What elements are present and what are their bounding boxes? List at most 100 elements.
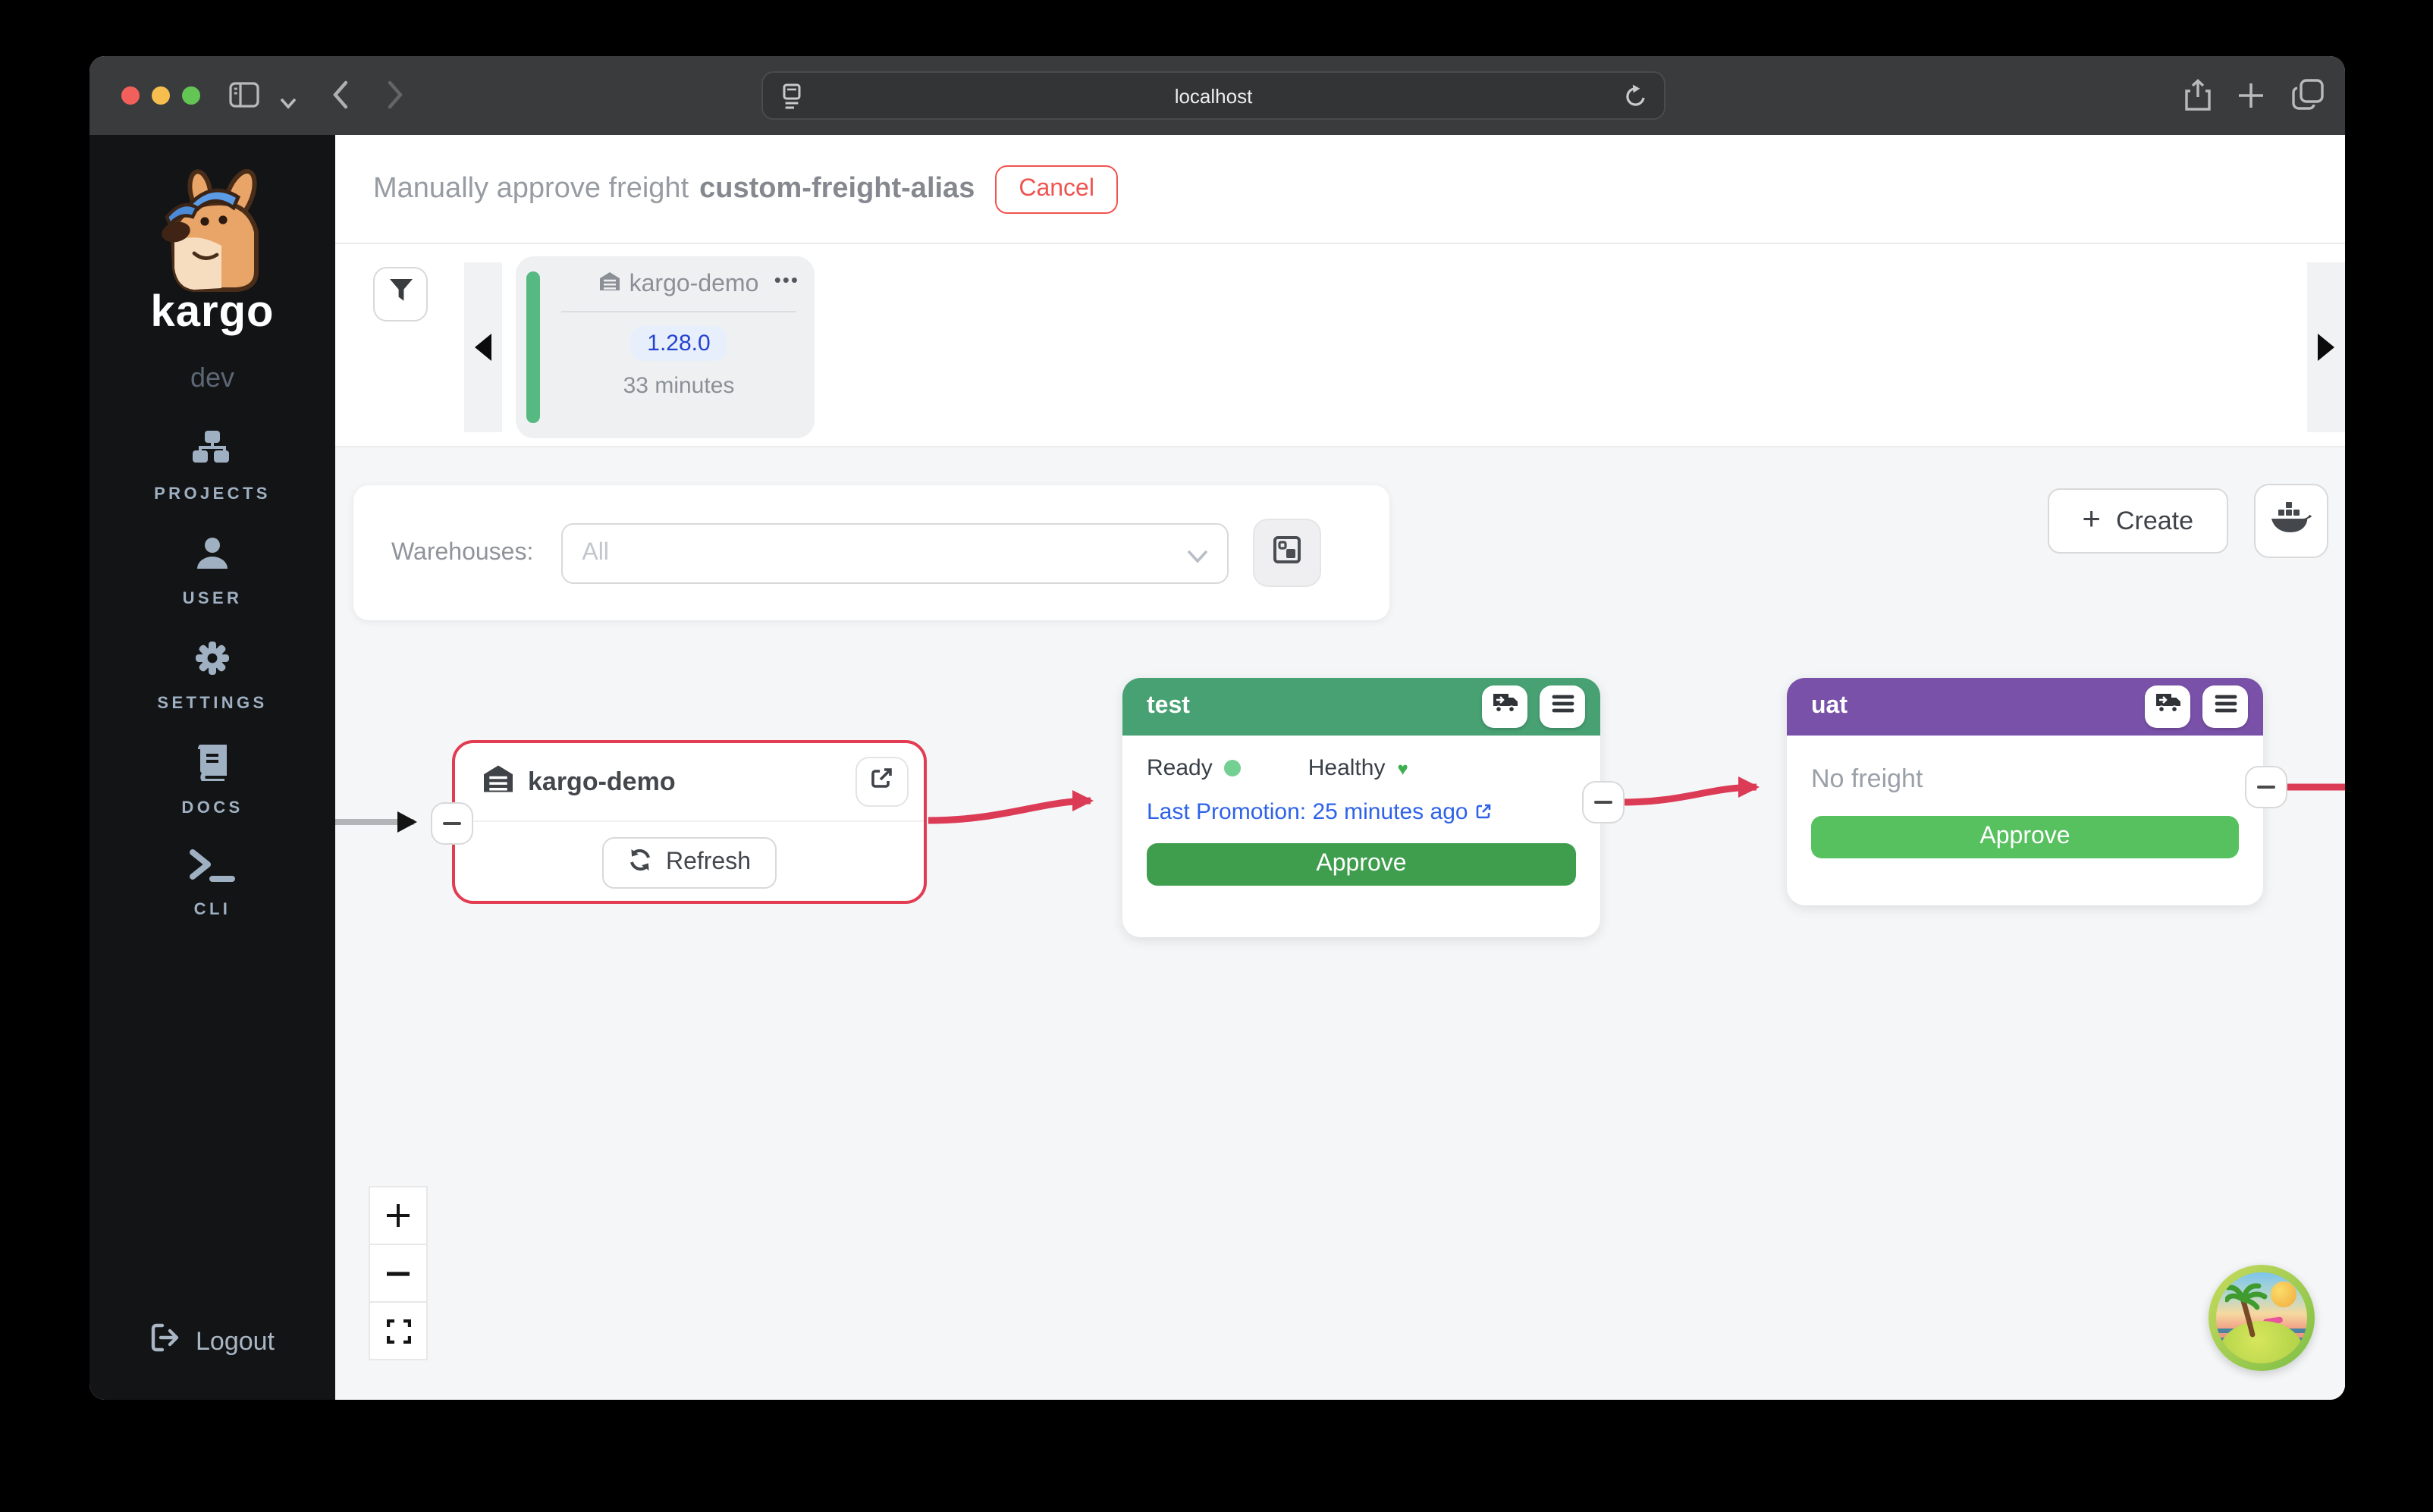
freight-card[interactable]: kargo-demo ••• 1.28.0 33 minutes: [516, 256, 815, 438]
image-icon: [1272, 535, 1301, 571]
docker-button[interactable]: [2254, 484, 2328, 558]
freight-menu-button[interactable]: •••: [774, 268, 799, 291]
page-header: Manually approve freight custom-freight-…: [335, 135, 2345, 244]
warehouse-icon: [482, 764, 514, 800]
warehouse-icon: [599, 271, 620, 299]
last-promotion-text: Last Promotion: 25 minutes ago: [1147, 799, 1468, 825]
truck-icon: [1492, 693, 1518, 720]
reload-icon[interactable]: [1625, 83, 1647, 117]
chevron-down-icon[interactable]: [281, 89, 296, 117]
sidebar-item-label: PROJECTS: [154, 485, 271, 503]
forward-button[interactable]: [387, 80, 403, 117]
minus-icon: [1594, 801, 1612, 805]
sidebar-item-docs[interactable]: DOCS: [181, 745, 243, 817]
minimize-window-button[interactable]: [152, 86, 170, 105]
new-tab-icon[interactable]: [2237, 82, 2265, 117]
open-warehouse-button[interactable]: [855, 757, 909, 807]
timeline-scroll-left[interactable]: [464, 262, 502, 432]
caret-right-icon: [2318, 334, 2334, 361]
maximize-window-button[interactable]: [182, 86, 200, 105]
page-title: Manually approve freight: [373, 172, 689, 205]
freight-timeline: kargo-demo ••• 1.28.0 33 minutes: [335, 244, 2345, 447]
freight-alias: custom-freight-alias: [699, 172, 975, 205]
freight-version-tag[interactable]: 1.28.0: [630, 326, 727, 361]
collapse-handle[interactable]: [431, 802, 473, 845]
terminal-icon: [190, 849, 235, 890]
warehouses-select[interactable]: All: [560, 522, 1228, 583]
browser-titlebar: localhost: [89, 56, 2345, 135]
brand-wordmark: kargo: [151, 288, 275, 338]
logout-button[interactable]: Logout: [150, 1322, 275, 1360]
island-logo[interactable]: [2209, 1265, 2315, 1371]
healthy-label: Healthy: [1308, 755, 1386, 781]
zoom-controls: [369, 1187, 428, 1360]
divider: [561, 311, 796, 312]
tab-overview-icon[interactable]: [2292, 79, 2324, 118]
close-window-button[interactable]: [121, 86, 140, 105]
warehouses-selected-value: All: [582, 539, 609, 566]
health-heart-icon: ♥: [1397, 759, 1408, 777]
address-bar[interactable]: localhost: [761, 71, 1665, 120]
sidebar-item-settings[interactable]: SETTINGS: [157, 640, 267, 713]
stage-menu-button[interactable]: [2202, 685, 2248, 728]
warehouses-panel: Warehouses: All: [353, 485, 1389, 620]
timeline-scroll-right[interactable]: [2307, 262, 2345, 432]
sidebar-item-label: CLI: [194, 901, 231, 919]
docker-whale-icon: [2271, 501, 2312, 541]
sidebar-nav: PROJECTS USER SETTINGS: [154, 431, 271, 919]
images-toggle-button[interactable]: [1252, 519, 1320, 587]
book-icon: [194, 745, 231, 789]
stage-menu-button[interactable]: [1540, 685, 1585, 728]
minus-icon: [2257, 786, 2275, 789]
ready-status-dot: [1225, 760, 1242, 776]
refresh-label: Refresh: [666, 849, 751, 877]
logout-label: Logout: [196, 1326, 275, 1357]
stage-node-test[interactable]: test: [1122, 678, 1600, 937]
create-button[interactable]: + Create: [2047, 488, 2228, 554]
cancel-button[interactable]: Cancel: [994, 165, 1119, 213]
approve-button[interactable]: Approve: [1811, 816, 2239, 858]
collapse-handle[interactable]: [2245, 766, 2287, 808]
create-label: Create: [2116, 506, 2193, 536]
stage-name: test: [1147, 693, 1190, 720]
freight-status-bar: [526, 271, 540, 423]
sidebar-item-label: USER: [183, 590, 243, 608]
zoom-in-button[interactable]: [369, 1186, 428, 1245]
gear-icon: [194, 640, 231, 684]
pipeline-graph: Warehouses: All: [335, 447, 2345, 1400]
menu-icon: [1551, 693, 1574, 720]
freight-age: 33 minutes: [561, 373, 796, 399]
sidebar-item-projects[interactable]: PROJECTS: [154, 431, 271, 503]
freight-truck-button[interactable]: [1482, 685, 1527, 728]
sidebar-item-user[interactable]: USER: [183, 535, 243, 608]
freight-truck-button[interactable]: [2145, 685, 2190, 728]
warehouse-node[interactable]: kargo-demo: [452, 740, 927, 904]
traffic-lights: [121, 86, 200, 105]
freight-warehouse-name: kargo-demo: [629, 271, 759, 299]
stage-node-uat[interactable]: uat: [1787, 678, 2263, 905]
refresh-icon: [628, 847, 652, 879]
refresh-button[interactable]: Refresh: [602, 837, 777, 889]
palm-tree-icon: [2225, 1283, 2274, 1338]
zoom-out-button[interactable]: [369, 1244, 428, 1303]
url-text: localhost: [1175, 84, 1253, 107]
menu-icon: [2214, 693, 2237, 720]
warehouse-node-title: kargo-demo: [528, 767, 676, 797]
sidebar-toggle-icon[interactable]: [229, 82, 259, 115]
share-icon[interactable]: [2184, 79, 2212, 120]
collapse-handle[interactable]: [1582, 781, 1625, 823]
approve-button[interactable]: Approve: [1147, 843, 1576, 886]
sidebar-item-label: SETTINGS: [157, 695, 267, 713]
fit-view-button[interactable]: [369, 1301, 428, 1360]
ready-label: Ready: [1147, 755, 1213, 781]
browser-window: localhost: [89, 56, 2345, 1400]
last-promotion-link[interactable]: Last Promotion: 25 minutes ago: [1147, 799, 1576, 825]
page-settings-icon[interactable]: [780, 83, 804, 117]
kargo-logo: [140, 168, 285, 300]
stage-name: uat: [1811, 693, 1848, 720]
back-button[interactable]: [332, 80, 349, 117]
sidebar-item-cli[interactable]: CLI: [190, 849, 235, 919]
filter-button[interactable]: [373, 267, 428, 322]
stage-header: test: [1122, 678, 1600, 736]
chevron-down-icon: [1187, 544, 1207, 571]
